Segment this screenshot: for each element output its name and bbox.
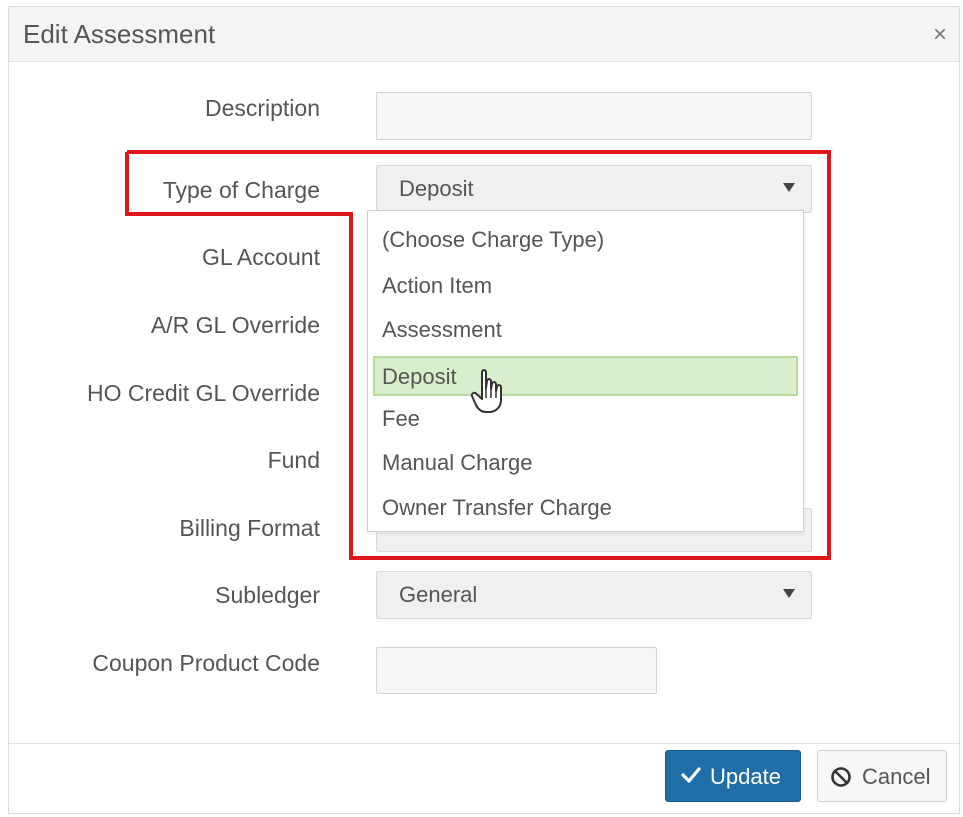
subledger-value: General xyxy=(399,582,478,607)
option-deposit[interactable]: Deposit xyxy=(373,356,798,396)
description-label: Description xyxy=(204,95,320,121)
type-of-charge-select[interactable]: Deposit xyxy=(376,165,812,213)
ar-gl-override-label: A/R GL Override xyxy=(150,312,320,338)
close-icon[interactable]: × xyxy=(933,23,947,47)
cancel-button[interactable]: Cancel xyxy=(817,750,947,802)
check-icon xyxy=(681,767,701,783)
option-owner-transfer-charge[interactable]: Owner Transfer Charge xyxy=(373,489,798,529)
coupon-product-code-input[interactable] xyxy=(376,647,657,694)
subledger-label: Subledger xyxy=(215,582,320,608)
option-action-item[interactable]: Action Item xyxy=(373,267,798,307)
subledger-select[interactable]: General xyxy=(376,571,812,619)
gl-account-label: GL Account xyxy=(201,244,320,270)
update-button[interactable]: Update xyxy=(665,750,801,802)
type-of-charge-label: Type of Charge xyxy=(162,177,320,203)
fund-label: Fund xyxy=(267,447,320,473)
type-of-charge-value: Deposit xyxy=(399,176,474,201)
option-assessment[interactable]: Assessment xyxy=(373,311,798,351)
ho-credit-gl-override-label: HO Credit GL Override xyxy=(86,380,320,406)
hand-pointer-icon xyxy=(470,369,502,413)
option-choose-charge-type[interactable]: (Choose Charge Type) xyxy=(373,221,798,261)
description-input[interactable] xyxy=(376,92,812,140)
dialog-header: Edit Assessment × xyxy=(9,7,959,62)
ban-icon xyxy=(831,767,851,787)
billing-format-label: Billing Format xyxy=(179,515,320,541)
update-button-label: Update xyxy=(710,764,781,789)
option-manual-charge[interactable]: Manual Charge xyxy=(373,444,798,484)
caret-down-icon xyxy=(783,183,795,192)
cancel-button-label: Cancel xyxy=(862,764,931,789)
caret-down-icon xyxy=(783,589,795,598)
option-fee[interactable]: Fee xyxy=(373,400,798,440)
dialog-title: Edit Assessment xyxy=(23,19,216,49)
charge-type-dropdown-list: (Choose Charge Type) Action Item Assessm… xyxy=(367,210,804,532)
coupon-product-code-label: Coupon Product Code xyxy=(92,650,320,676)
